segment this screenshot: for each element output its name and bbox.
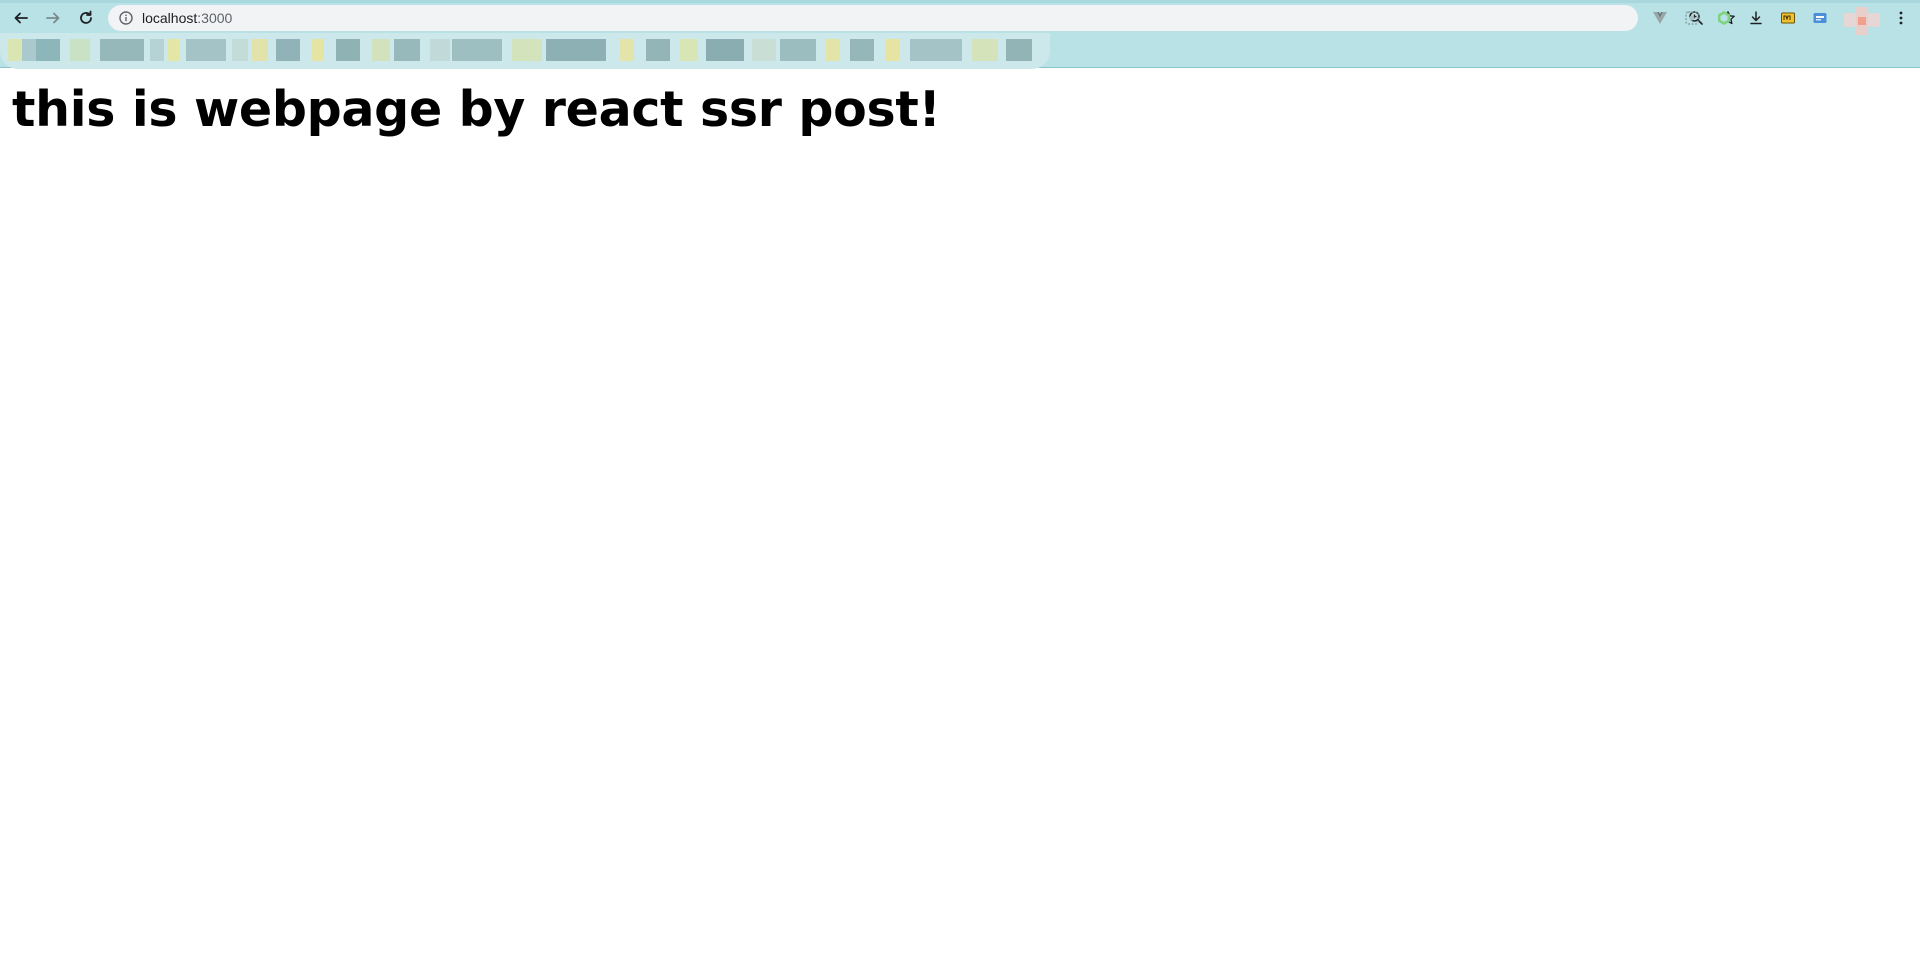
page-heading: this is webpage by react ssr post! <box>12 81 941 138</box>
arrow-right-icon <box>46 12 60 24</box>
bookmark-blur <box>752 39 776 61</box>
back-button[interactable] <box>9 6 33 30</box>
url-text[interactable]: localhost:3000 <box>142 9 232 27</box>
bookmark-blur <box>276 39 300 61</box>
screenshot-icon[interactable] <box>1684 10 1700 26</box>
reload-icon <box>80 10 92 24</box>
bookmark-blur <box>452 39 502 61</box>
bookmark-blur <box>22 39 36 61</box>
vue-devtools-icon[interactable] <box>1652 10 1668 26</box>
bookmark-blur <box>706 39 744 61</box>
arrow-left-icon <box>14 12 28 24</box>
bookmark-blur <box>312 39 324 61</box>
bookmark-blur <box>910 39 962 61</box>
bookmark-blur <box>252 39 268 61</box>
bookmark-blur <box>100 39 144 61</box>
bookmark-blur <box>826 39 840 61</box>
bookmark-blur <box>36 39 60 61</box>
bookmark-blur <box>70 39 90 61</box>
bookmark-blur <box>646 39 670 61</box>
bookmark-blur <box>168 39 180 61</box>
bookmark-blur <box>8 39 22 61</box>
url-port: :3000 <box>197 10 233 26</box>
bookmark-blur <box>372 39 390 61</box>
url-host: localhost <box>142 10 198 26</box>
bookmark-blur <box>394 39 420 61</box>
reload-button[interactable] <box>74 6 98 30</box>
browser-chrome: localhost:3000 <box>0 0 1920 69</box>
bookmark-blur <box>780 39 816 61</box>
folder-icon[interactable] <box>1780 10 1796 26</box>
menu-kebab-icon[interactable] <box>1893 10 1909 26</box>
bookmark-blur <box>886 39 900 61</box>
bookmark-blur <box>972 39 998 61</box>
info-icon[interactable] <box>118 10 134 26</box>
card-icon[interactable] <box>1812 10 1828 26</box>
bookmark-blur <box>186 39 226 61</box>
forward-button[interactable] <box>41 6 65 30</box>
address-bar[interactable]: localhost:3000 <box>108 5 1735 31</box>
page-content: this is webpage by react ssr post! <box>0 69 1920 956</box>
bookmark-blur <box>680 39 698 61</box>
bookmark-blur <box>850 39 874 61</box>
bookmark-blur <box>620 39 634 61</box>
bookmarks-bar <box>0 33 1050 69</box>
node-icon[interactable] <box>1716 10 1732 26</box>
profile-avatar[interactable] <box>1844 7 1880 35</box>
bookmark-blur <box>430 39 450 61</box>
download-icon[interactable] <box>1748 10 1764 26</box>
bookmark-blur <box>232 39 248 61</box>
bookmark-blur <box>546 39 606 61</box>
browser-toolbar: localhost:3000 <box>0 3 1920 35</box>
bookmark-blur <box>336 39 360 61</box>
bookmark-blur <box>150 39 164 61</box>
bookmark-blur <box>1006 39 1032 61</box>
bookmark-blur <box>512 39 542 61</box>
